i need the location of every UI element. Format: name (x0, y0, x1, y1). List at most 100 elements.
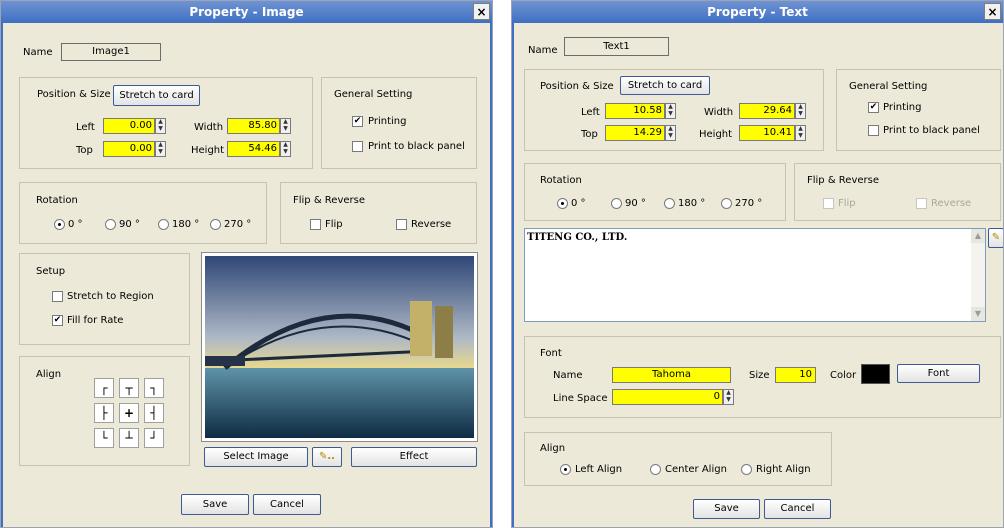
spin-arrows[interactable]: ▲ ▼ (723, 389, 734, 405)
save-button[interactable]: Save (693, 499, 760, 519)
text-content-area[interactable]: TITENG CO., LTD. ▲ ▼ (524, 228, 986, 322)
spin-arrows[interactable]: ▲ ▼ (280, 141, 291, 157)
align-label: Align (540, 443, 566, 454)
top-stepper[interactable]: 14.29 ▲ ▼ (605, 125, 676, 141)
top-value[interactable]: 0.00 (103, 141, 155, 157)
name-field[interactable]: Text1 (564, 37, 669, 56)
align-top-right-button[interactable]: ┐ (144, 378, 164, 398)
font-button[interactable]: Font (897, 364, 980, 383)
spin-arrows[interactable]: ▲ ▼ (155, 141, 166, 157)
save-button[interactable]: Save (181, 494, 249, 515)
spin-arrows[interactable]: ▲ ▼ (665, 103, 676, 119)
height-value[interactable]: 54.46 (227, 141, 280, 157)
width-stepper[interactable]: 85.80 ▲ ▼ (227, 118, 291, 134)
down-arrow-icon[interactable]: ▼ (157, 126, 164, 132)
rotation-270-label: 270 ° (735, 198, 763, 209)
right-align-radio[interactable] (741, 464, 752, 475)
flip-reverse-label: Flip & Reverse (807, 175, 880, 186)
align-bottom-right-button[interactable]: ┘ (144, 428, 164, 448)
browse-folder-button[interactable]: ✎.. (312, 447, 342, 467)
dialog-title-bar[interactable]: Property - Text × (512, 1, 1003, 23)
width-value[interactable]: 85.80 (227, 118, 280, 134)
align-middle-left-button[interactable]: ├ (94, 403, 114, 423)
rotation-270-radio[interactable] (721, 198, 732, 209)
down-arrow-icon[interactable]: ▼ (725, 397, 732, 403)
scroll-up-icon[interactable]: ▲ (971, 229, 985, 243)
align-group (524, 432, 832, 486)
spin-arrows[interactable]: ▲ ▼ (795, 125, 806, 141)
rotation-180-radio[interactable] (158, 219, 169, 230)
font-color-swatch[interactable] (861, 364, 890, 384)
line-space-stepper[interactable]: 0 ▲ ▼ (612, 389, 734, 405)
align-bottom-center-button[interactable]: ┴ (119, 428, 139, 448)
rotation-90-label: 90 ° (119, 219, 140, 230)
height-stepper[interactable]: 10.41 ▲ ▼ (739, 125, 806, 141)
print-black-panel-checkbox[interactable] (868, 125, 879, 136)
rotation-180-radio[interactable] (664, 198, 675, 209)
flip-checkbox[interactable] (310, 219, 321, 230)
reverse-checkbox[interactable] (396, 219, 407, 230)
spin-arrows[interactable]: ▲ ▼ (665, 125, 676, 141)
align-top-center-button[interactable]: ┬ (119, 378, 139, 398)
left-stepper[interactable]: 10.58 ▲ ▼ (605, 103, 676, 119)
left-stepper[interactable]: 0.00 ▲ ▼ (103, 118, 166, 134)
insert-field-button[interactable]: ✎ (988, 228, 1003, 248)
text-content[interactable]: TITENG CO., LTD. (527, 232, 627, 243)
printing-label: Printing (368, 116, 407, 127)
left-value[interactable]: 10.58 (605, 103, 665, 119)
effect-button[interactable]: Effect (351, 447, 477, 467)
height-value[interactable]: 10.41 (739, 125, 795, 141)
font-label: Font (540, 348, 562, 359)
down-arrow-icon[interactable]: ▼ (797, 111, 804, 117)
width-value[interactable]: 29.64 (739, 103, 795, 119)
printing-checkbox[interactable]: ✔ (352, 116, 363, 127)
down-arrow-icon[interactable]: ▼ (667, 111, 674, 117)
print-black-panel-checkbox[interactable] (352, 141, 363, 152)
align-bottom-left-button[interactable]: └ (94, 428, 114, 448)
left-align-label: Left Align (575, 464, 623, 475)
rotation-group (19, 182, 267, 244)
align-middle-right-button[interactable]: ┤ (144, 403, 164, 423)
top-value[interactable]: 14.29 (605, 125, 665, 141)
cancel-button[interactable]: Cancel (253, 494, 321, 515)
close-icon[interactable]: × (984, 3, 1001, 20)
dialog-title-bar[interactable]: Property - Image × (1, 1, 492, 23)
left-value[interactable]: 0.00 (103, 118, 155, 134)
align-center-button[interactable]: + (119, 403, 139, 423)
scroll-down-icon[interactable]: ▼ (971, 307, 985, 321)
close-icon[interactable]: × (473, 3, 490, 20)
cancel-button[interactable]: Cancel (764, 499, 831, 519)
align-top-left-button[interactable]: ┌ (94, 378, 114, 398)
fill-for-rate-checkbox[interactable]: ✔ (52, 315, 63, 326)
font-name-field[interactable]: Tahoma (612, 367, 731, 383)
printing-checkbox[interactable]: ✔ (868, 102, 879, 113)
reverse-checkbox (916, 198, 927, 209)
vertical-scrollbar[interactable]: ▲ ▼ (971, 229, 985, 321)
rotation-0-radio[interactable] (54, 219, 65, 230)
top-stepper[interactable]: 0.00 ▲ ▼ (103, 141, 166, 157)
rotation-90-radio[interactable] (611, 198, 622, 209)
spin-arrows[interactable]: ▲ ▼ (155, 118, 166, 134)
stretch-to-card-button[interactable]: Stretch to card (620, 76, 710, 95)
down-arrow-icon[interactable]: ▼ (282, 149, 289, 155)
down-arrow-icon[interactable]: ▼ (797, 133, 804, 139)
left-align-radio[interactable] (560, 464, 571, 475)
stretch-to-region-checkbox[interactable] (52, 291, 63, 302)
font-size-field[interactable]: 10 (775, 367, 816, 383)
height-stepper[interactable]: 54.46 ▲ ▼ (227, 141, 291, 157)
top-label: Top (76, 145, 93, 156)
spin-arrows[interactable]: ▲ ▼ (795, 103, 806, 119)
down-arrow-icon[interactable]: ▼ (667, 133, 674, 139)
select-image-button[interactable]: Select Image (204, 447, 308, 467)
down-arrow-icon[interactable]: ▼ (282, 126, 289, 132)
center-align-radio[interactable] (650, 464, 661, 475)
down-arrow-icon[interactable]: ▼ (157, 149, 164, 155)
rotation-0-radio[interactable] (557, 198, 568, 209)
stretch-to-card-button[interactable]: Stretch to card (113, 85, 200, 106)
rotation-270-radio[interactable] (210, 219, 221, 230)
rotation-90-radio[interactable] (105, 219, 116, 230)
name-field[interactable]: Image1 (61, 43, 161, 61)
line-space-value[interactable]: 0 (612, 389, 723, 405)
spin-arrows[interactable]: ▲ ▼ (280, 118, 291, 134)
width-stepper[interactable]: 29.64 ▲ ▼ (739, 103, 806, 119)
